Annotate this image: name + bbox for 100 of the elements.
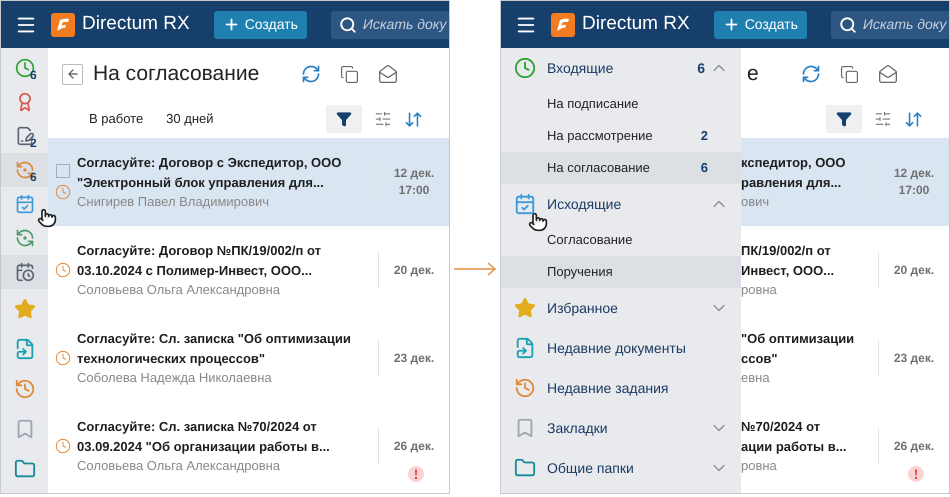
create-button[interactable]: Создать [714,10,807,38]
task-title: "Об оптимизации [741,330,856,348]
plus-icon [722,16,740,33]
refresh-icon[interactable] [801,64,821,84]
search-icon [338,16,357,34]
task-title: ПК/19/002/п от [741,242,832,260]
count-label: 2 [30,137,37,149]
copy-icon[interactable] [340,64,359,84]
page-title: На согласование [93,61,260,88]
task-date: 20 дек. [894,262,934,278]
task-title: Согласуйте: Сл. записка "Об оптимизации [77,330,352,348]
task-title: 03.10.2024 с Полимер-Инвест, ООО... [77,262,313,280]
history-icon [14,378,36,400]
back-button[interactable] [62,64,83,84]
clock-icon [55,350,71,366]
hand-cursor-icon [528,212,548,232]
settings-icon[interactable] [874,110,892,128]
create-button[interactable]: Создать [214,10,307,38]
search-field[interactable]: Искать доку [330,10,449,38]
folder-icon [14,458,36,480]
submenu-label: На подписание [547,95,639,114]
submenu-label: На согласование [547,159,650,178]
calendar-check-icon [14,194,34,214]
filter-button[interactable] [326,105,362,133]
task-title: Согласуйте: Сл. записка №70/2024 от [77,418,318,436]
submenu-item[interactable]: На подписание [501,88,741,120]
logo-icon [51,12,75,36]
task-title: "Электронный блок управления для... [77,174,325,192]
arrow-icon [453,262,497,276]
task-title: равления для... [741,174,842,192]
task-title: Инвест, ООО... [741,262,836,280]
menu-label: Входящие [547,58,614,78]
star-icon [514,297,536,319]
submenu-label: Согласование [547,231,632,250]
document-edit-icon [14,126,34,146]
folder-icon [514,457,536,479]
settings-icon[interactable] [374,110,392,128]
task-date: 20 дек. [394,262,434,278]
task-author: Снигирев Павел Владимирович [77,193,270,211]
task-title: Согласуйте: Договор с Экспедитор, ООО [77,154,342,172]
task-row[interactable]: Согласуйте: Договор с Экспедитор, ООО "Электронный блок управления для... Снигирев Павел Владимирович 12 дек. 17:00 [48,138,449,226]
logo-icon [551,12,575,36]
calendar-clock-icon [14,262,34,282]
task-title: Согласуйте: Договор №ПК/19/002/п от [77,242,322,260]
task-author: Соболева Надежда Николаевна [77,369,273,387]
menu-count: 6 [700,159,708,178]
task-author: Соловьева Ольга Александровна [77,281,282,299]
cycle-icon [14,228,34,248]
submenu-item[interactable]: На согласование 6 [501,152,741,184]
task-date: 23 дек. [894,350,934,366]
mail-icon[interactable] [378,64,398,84]
task-title: ссов" [741,350,779,368]
mail-icon[interactable] [878,64,898,84]
filter-tab[interactable]: 30 дней [166,109,214,129]
clock-icon [55,184,71,200]
menu-item[interactable]: Входящие 6 [501,48,741,88]
menu-label: Недавние документы [547,338,686,358]
task-date: 12 дек. [894,165,934,182]
checkbox[interactable] [56,164,70,178]
refresh-icon[interactable] [301,64,321,84]
search-field[interactable]: Искать доку [830,10,949,38]
task-time: 17:00 [898,182,930,199]
search-icon [838,16,857,34]
app-name: Directum RX [582,12,690,36]
clock-icon [55,438,71,454]
clock-icon [14,58,34,78]
copy-icon[interactable] [840,64,859,84]
task-title: кспедитор, ООО [741,154,847,172]
count-label: 6 [30,69,37,81]
menu-label: Недавние задания [547,378,669,398]
filter-button[interactable] [826,105,862,133]
task-title: ации работы в... [741,438,848,456]
task-date: 12 дек. [394,165,434,182]
task-author: ровна [741,457,778,475]
rail-item[interactable]: 6 [1,153,48,187]
document-icon [514,337,536,359]
page-title: е [747,61,759,88]
clock-icon [514,57,536,79]
menu-label: Общие папки [547,458,634,478]
task-title: технологических процессов" [77,350,266,368]
filter-tab[interactable]: В работе [89,109,144,129]
sort-icon[interactable] [904,110,923,128]
clock-icon [55,262,71,278]
star-icon [14,298,36,320]
history-icon [514,377,536,399]
sort-icon[interactable] [404,110,423,128]
rail-item[interactable]: 2 [1,119,48,153]
task-date: 26 дек. [394,438,434,454]
menu-count: 6 [697,58,705,78]
task-author: Соловьева Ольга Александровна [77,457,282,475]
task-title: №70/2024 от [741,418,822,436]
app-name: Directum RX [82,12,190,36]
rail-item[interactable]: 6 [1,51,48,85]
submenu-label: Поручения [547,263,613,282]
filter-icon [336,111,352,127]
cycle-icon [14,160,34,180]
submenu-item[interactable]: Поручения [501,256,741,288]
plus-icon [222,16,240,33]
calendar-check-icon [514,193,536,215]
task-date: 26 дек. [894,438,934,454]
